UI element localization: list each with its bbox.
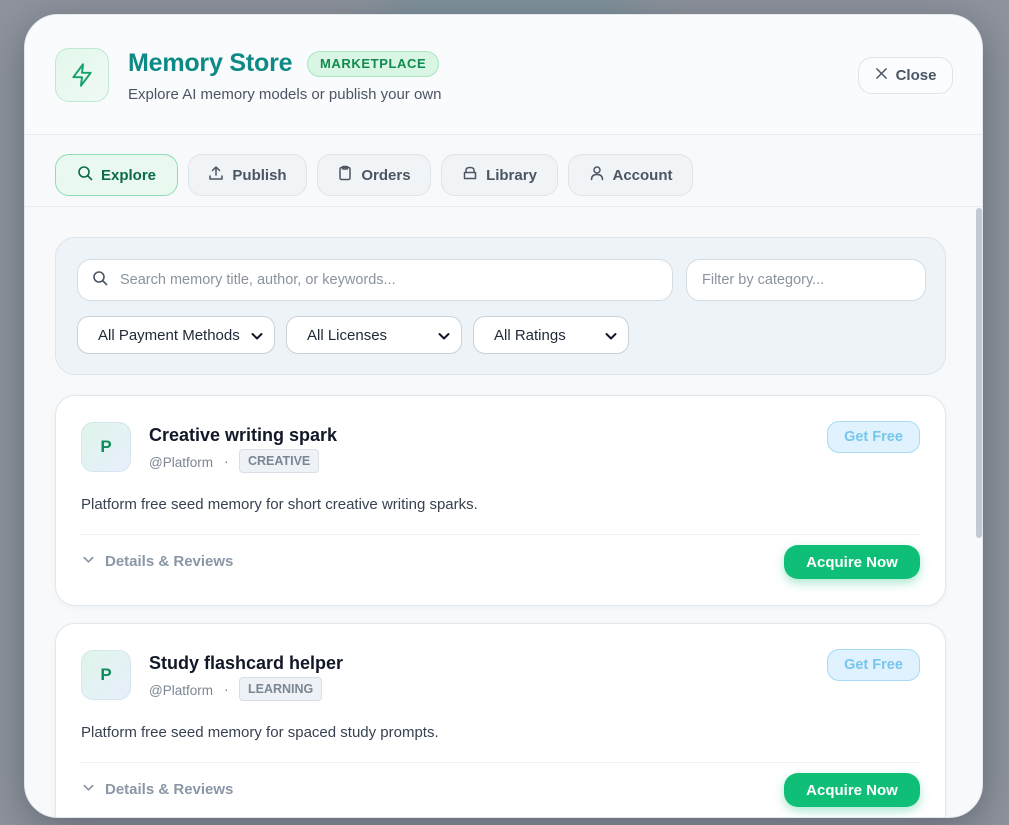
author-avatar: P (81, 422, 131, 472)
tab-library[interactable]: Library (441, 154, 558, 196)
acquire-now-button[interactable]: Acquire Now (784, 545, 920, 579)
search-input[interactable] (120, 272, 672, 288)
category-tag: CREATIVE (239, 449, 320, 473)
category-filter-input[interactable] (702, 272, 925, 288)
tab-label: Explore (100, 166, 157, 184)
lightning-icon (55, 48, 109, 102)
user-icon (589, 165, 605, 185)
tab-explore[interactable]: Explore (55, 154, 178, 196)
select-value: All Licenses (307, 326, 388, 344)
search-field[interactable] (77, 259, 673, 301)
chevron-down-icon (82, 553, 95, 570)
chevron-down-icon (604, 329, 618, 347)
memory-title: Study flashcard helper (149, 653, 344, 673)
memory-description: Platform free seed memory for spaced stu… (81, 724, 439, 741)
author-handle[interactable]: @Platform (149, 455, 213, 470)
search-icon (77, 165, 93, 185)
details-label: Details & Reviews (105, 781, 234, 798)
divider (81, 762, 921, 763)
tab-publish[interactable]: Publish (188, 154, 307, 196)
separator-dot: · (224, 453, 229, 469)
author-avatar: P (81, 650, 131, 700)
close-button[interactable]: Close (858, 57, 953, 94)
page-subtitle: Explore AI memory models or publish your… (128, 86, 442, 103)
memory-store-modal: Memory Store MARKETPLACE Explore AI memo… (24, 14, 983, 818)
archive-icon (462, 165, 478, 185)
tab-label: Orders (361, 166, 411, 184)
memory-card: P Creative writing spark @Platform · CRE… (55, 395, 946, 606)
category-filter-field[interactable] (686, 259, 926, 301)
tab-account[interactable]: Account (568, 154, 693, 196)
page-title: Memory Store (128, 49, 293, 77)
separator-dot: · (224, 681, 229, 697)
scrollbar[interactable] (976, 208, 982, 538)
acquire-now-button[interactable]: Acquire Now (784, 773, 920, 807)
details-reviews-toggle[interactable]: Details & Reviews (82, 781, 233, 798)
close-icon (875, 67, 888, 84)
clipboard-icon (337, 165, 353, 185)
chevron-down-icon (437, 329, 451, 347)
tab-label: Library (486, 166, 537, 184)
tab-label: Account (612, 166, 673, 184)
details-reviews-toggle[interactable]: Details & Reviews (82, 553, 233, 570)
author-handle[interactable]: @Platform (149, 683, 213, 698)
memory-description: Platform free seed memory for short crea… (81, 496, 478, 513)
tab-label: Publish (232, 166, 287, 184)
close-label: Close (895, 67, 937, 84)
search-icon (92, 270, 108, 291)
select-value: All Payment Methods (98, 326, 240, 344)
details-label: Details & Reviews (105, 553, 234, 570)
chevron-down-icon (250, 329, 264, 347)
rating-select[interactable]: All Ratings (473, 316, 629, 354)
upload-icon (208, 165, 224, 185)
tab-orders[interactable]: Orders (317, 154, 431, 196)
marketplace-badge: MARKETPLACE (307, 51, 440, 77)
memory-card: P Study flashcard helper @Platform · LEA… (55, 623, 946, 817)
select-value: All Ratings (494, 326, 566, 344)
memory-title: Creative writing spark (149, 425, 338, 445)
payment-method-select[interactable]: All Payment Methods (77, 316, 275, 354)
license-select[interactable]: All Licenses (286, 316, 462, 354)
divider (81, 534, 921, 535)
chevron-down-icon (82, 781, 95, 798)
price-badge: Get Free (827, 649, 920, 681)
filter-panel: All Payment Methods All Licenses All Rat… (55, 237, 946, 375)
price-badge: Get Free (827, 421, 920, 453)
modal-header: Memory Store MARKETPLACE Explore AI memo… (25, 15, 982, 135)
content-scroll-area[interactable]: All Payment Methods All Licenses All Rat… (25, 207, 982, 817)
category-tag: LEARNING (239, 677, 323, 701)
